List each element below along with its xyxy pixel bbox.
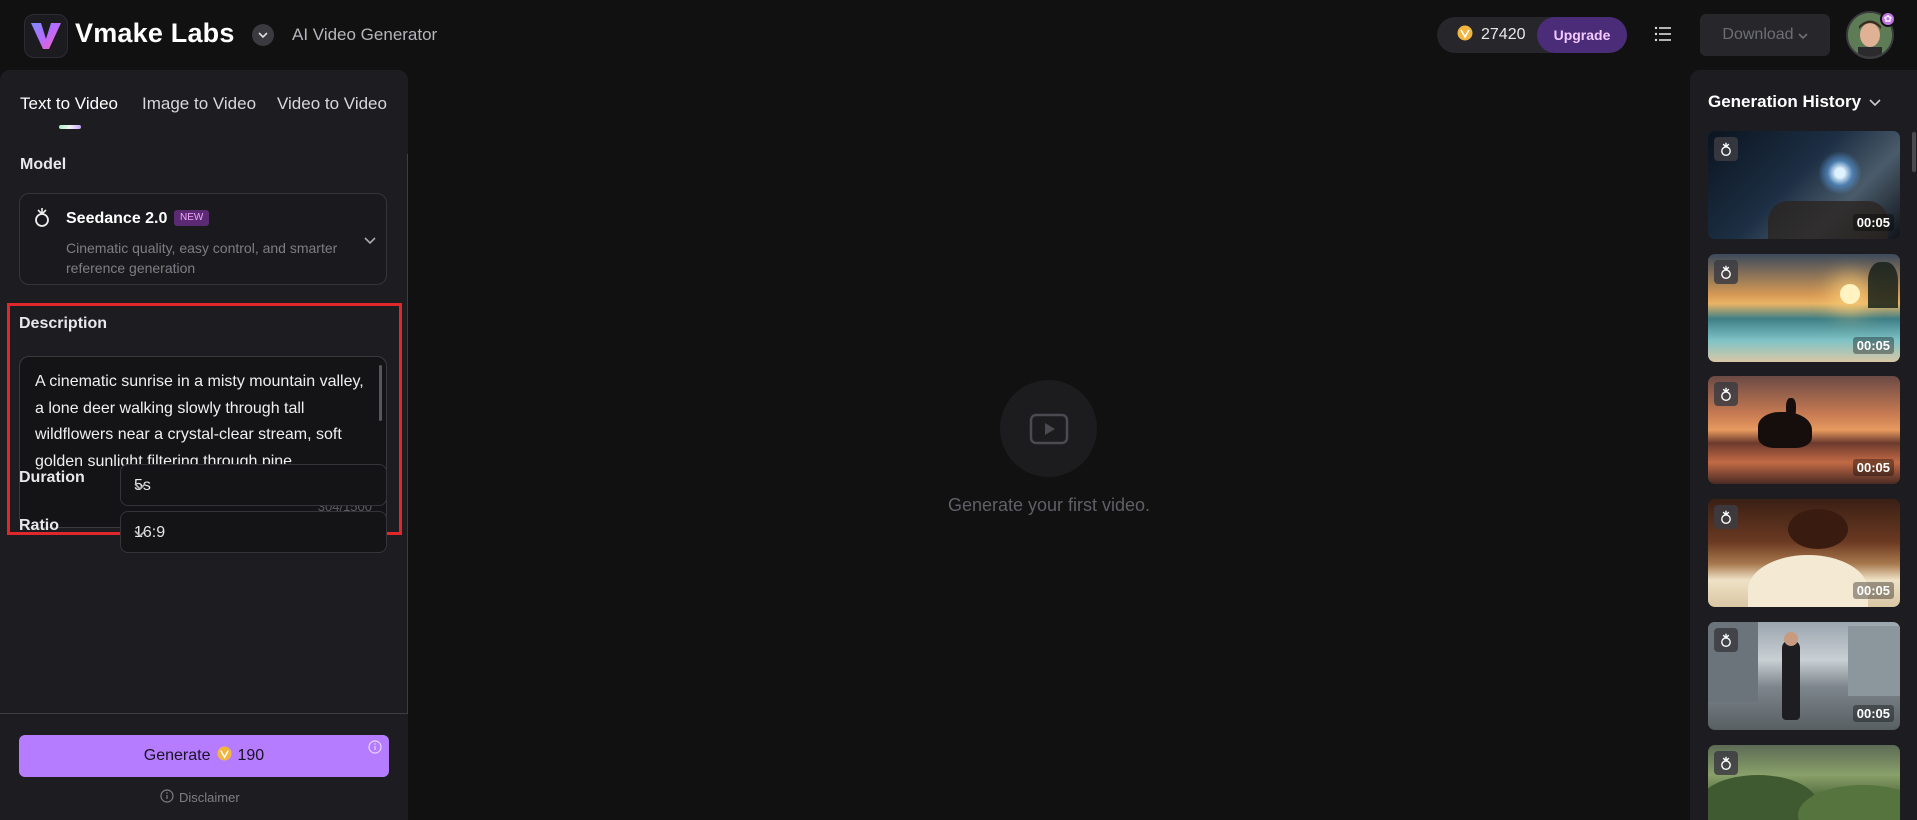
model-description: Cinematic quality, easy control, and sma… — [66, 240, 338, 276]
video-duration: 00:05 — [1852, 337, 1894, 354]
generate-cost: 190 — [237, 747, 265, 764]
video-duration: 00:05 — [1852, 459, 1894, 476]
history-scrollbar[interactable] — [1912, 132, 1916, 172]
chevron-down-icon — [1798, 26, 1808, 44]
mode-tabs: Text to Video Image to Video Video to Vi… — [0, 70, 408, 154]
video-duration: 00:05 — [1852, 705, 1894, 722]
description-text: A cinematic sunrise in a misty mountain … — [35, 373, 364, 470]
new-badge: NEW — [174, 210, 210, 226]
coin-icon — [216, 746, 232, 766]
model-name: Seedance 2.0 — [66, 210, 168, 227]
seedance-model-icon — [1714, 751, 1738, 775]
empty-state-text: Generate your first video. — [947, 495, 1151, 515]
chevron-down-icon — [134, 525, 374, 543]
description-label: Description — [19, 315, 108, 332]
credits-count: 27420 — [1481, 26, 1526, 43]
seedance-model-icon — [1714, 505, 1738, 529]
tab-video-to-video[interactable]: Video to Video — [277, 94, 387, 114]
chevron-down-icon — [1869, 92, 1881, 112]
task-list-icon[interactable] — [1653, 24, 1673, 44]
disclaimer-label: Disclaimer — [179, 790, 240, 805]
info-icon — [160, 789, 174, 806]
vmake-logo-icon[interactable] — [24, 14, 68, 58]
play-icon — [1000, 380, 1097, 477]
coin-icon — [1457, 25, 1473, 46]
active-tab-indicator — [59, 125, 81, 129]
history-title[interactable]: Generation History — [1708, 92, 1881, 112]
upgrade-button[interactable]: Upgrade — [1537, 17, 1627, 53]
video-duration: 00:05 — [1852, 214, 1894, 231]
crown-icon: ✿ — [1880, 11, 1896, 27]
page-subtitle: AI Video Generator — [292, 25, 438, 44]
user-avatar[interactable]: ✿ — [1846, 11, 1896, 59]
top-bar: Vmake Labs AI Video Generator 27420 Upgr… — [0, 0, 1917, 70]
generate-button[interactable]: Generate 190 — [19, 735, 389, 777]
duration-label: Duration — [19, 469, 85, 486]
seedance-model-icon — [1714, 628, 1738, 652]
download-button[interactable]: Download — [1700, 14, 1830, 56]
model-selector[interactable]: Seedance 2.0 NEW Cinematic quality, easy… — [19, 193, 387, 285]
download-label: Download — [1722, 26, 1794, 43]
history-item-4[interactable]: 00:05 — [1708, 499, 1900, 607]
seedance-model-icon — [1714, 382, 1738, 406]
tab-text-to-video[interactable]: Text to Video — [20, 94, 118, 114]
generate-label: Generate — [143, 747, 211, 764]
brand-name[interactable]: Vmake Labs — [75, 18, 235, 49]
seedance-model-icon — [1714, 260, 1738, 284]
history-panel: Generation History 00:05 00:05 00:05 00:… — [1690, 70, 1917, 820]
left-panel: Text to Video Image to Video Video to Vi… — [0, 70, 408, 820]
history-item-3[interactable]: 00:05 — [1708, 376, 1900, 484]
history-item-5[interactable]: 00:05 — [1708, 622, 1900, 730]
textarea-scrollbar[interactable] — [379, 365, 382, 421]
model-section-label: Model — [20, 156, 67, 173]
chevron-down-icon — [364, 232, 376, 250]
history-item-2[interactable]: 00:05 — [1708, 254, 1900, 362]
seedance-model-icon — [32, 206, 52, 233]
tab-image-to-video[interactable]: Image to Video — [142, 94, 256, 114]
ratio-select[interactable]: 16:9 — [120, 511, 387, 553]
brand-chevron-down-icon[interactable] — [252, 24, 274, 46]
history-title-label: Generation History — [1708, 92, 1862, 111]
history-item-6[interactable] — [1708, 745, 1900, 820]
seedance-model-icon — [1714, 137, 1738, 161]
info-icon[interactable] — [368, 740, 382, 759]
duration-select[interactable]: 5s — [120, 464, 387, 506]
chevron-down-icon — [134, 478, 374, 496]
disclaimer-link[interactable]: Disclaimer — [160, 789, 240, 806]
history-item-1[interactable]: 00:05 — [1708, 131, 1900, 239]
ratio-label: Ratio — [19, 517, 59, 534]
video-duration: 00:05 — [1852, 582, 1894, 599]
